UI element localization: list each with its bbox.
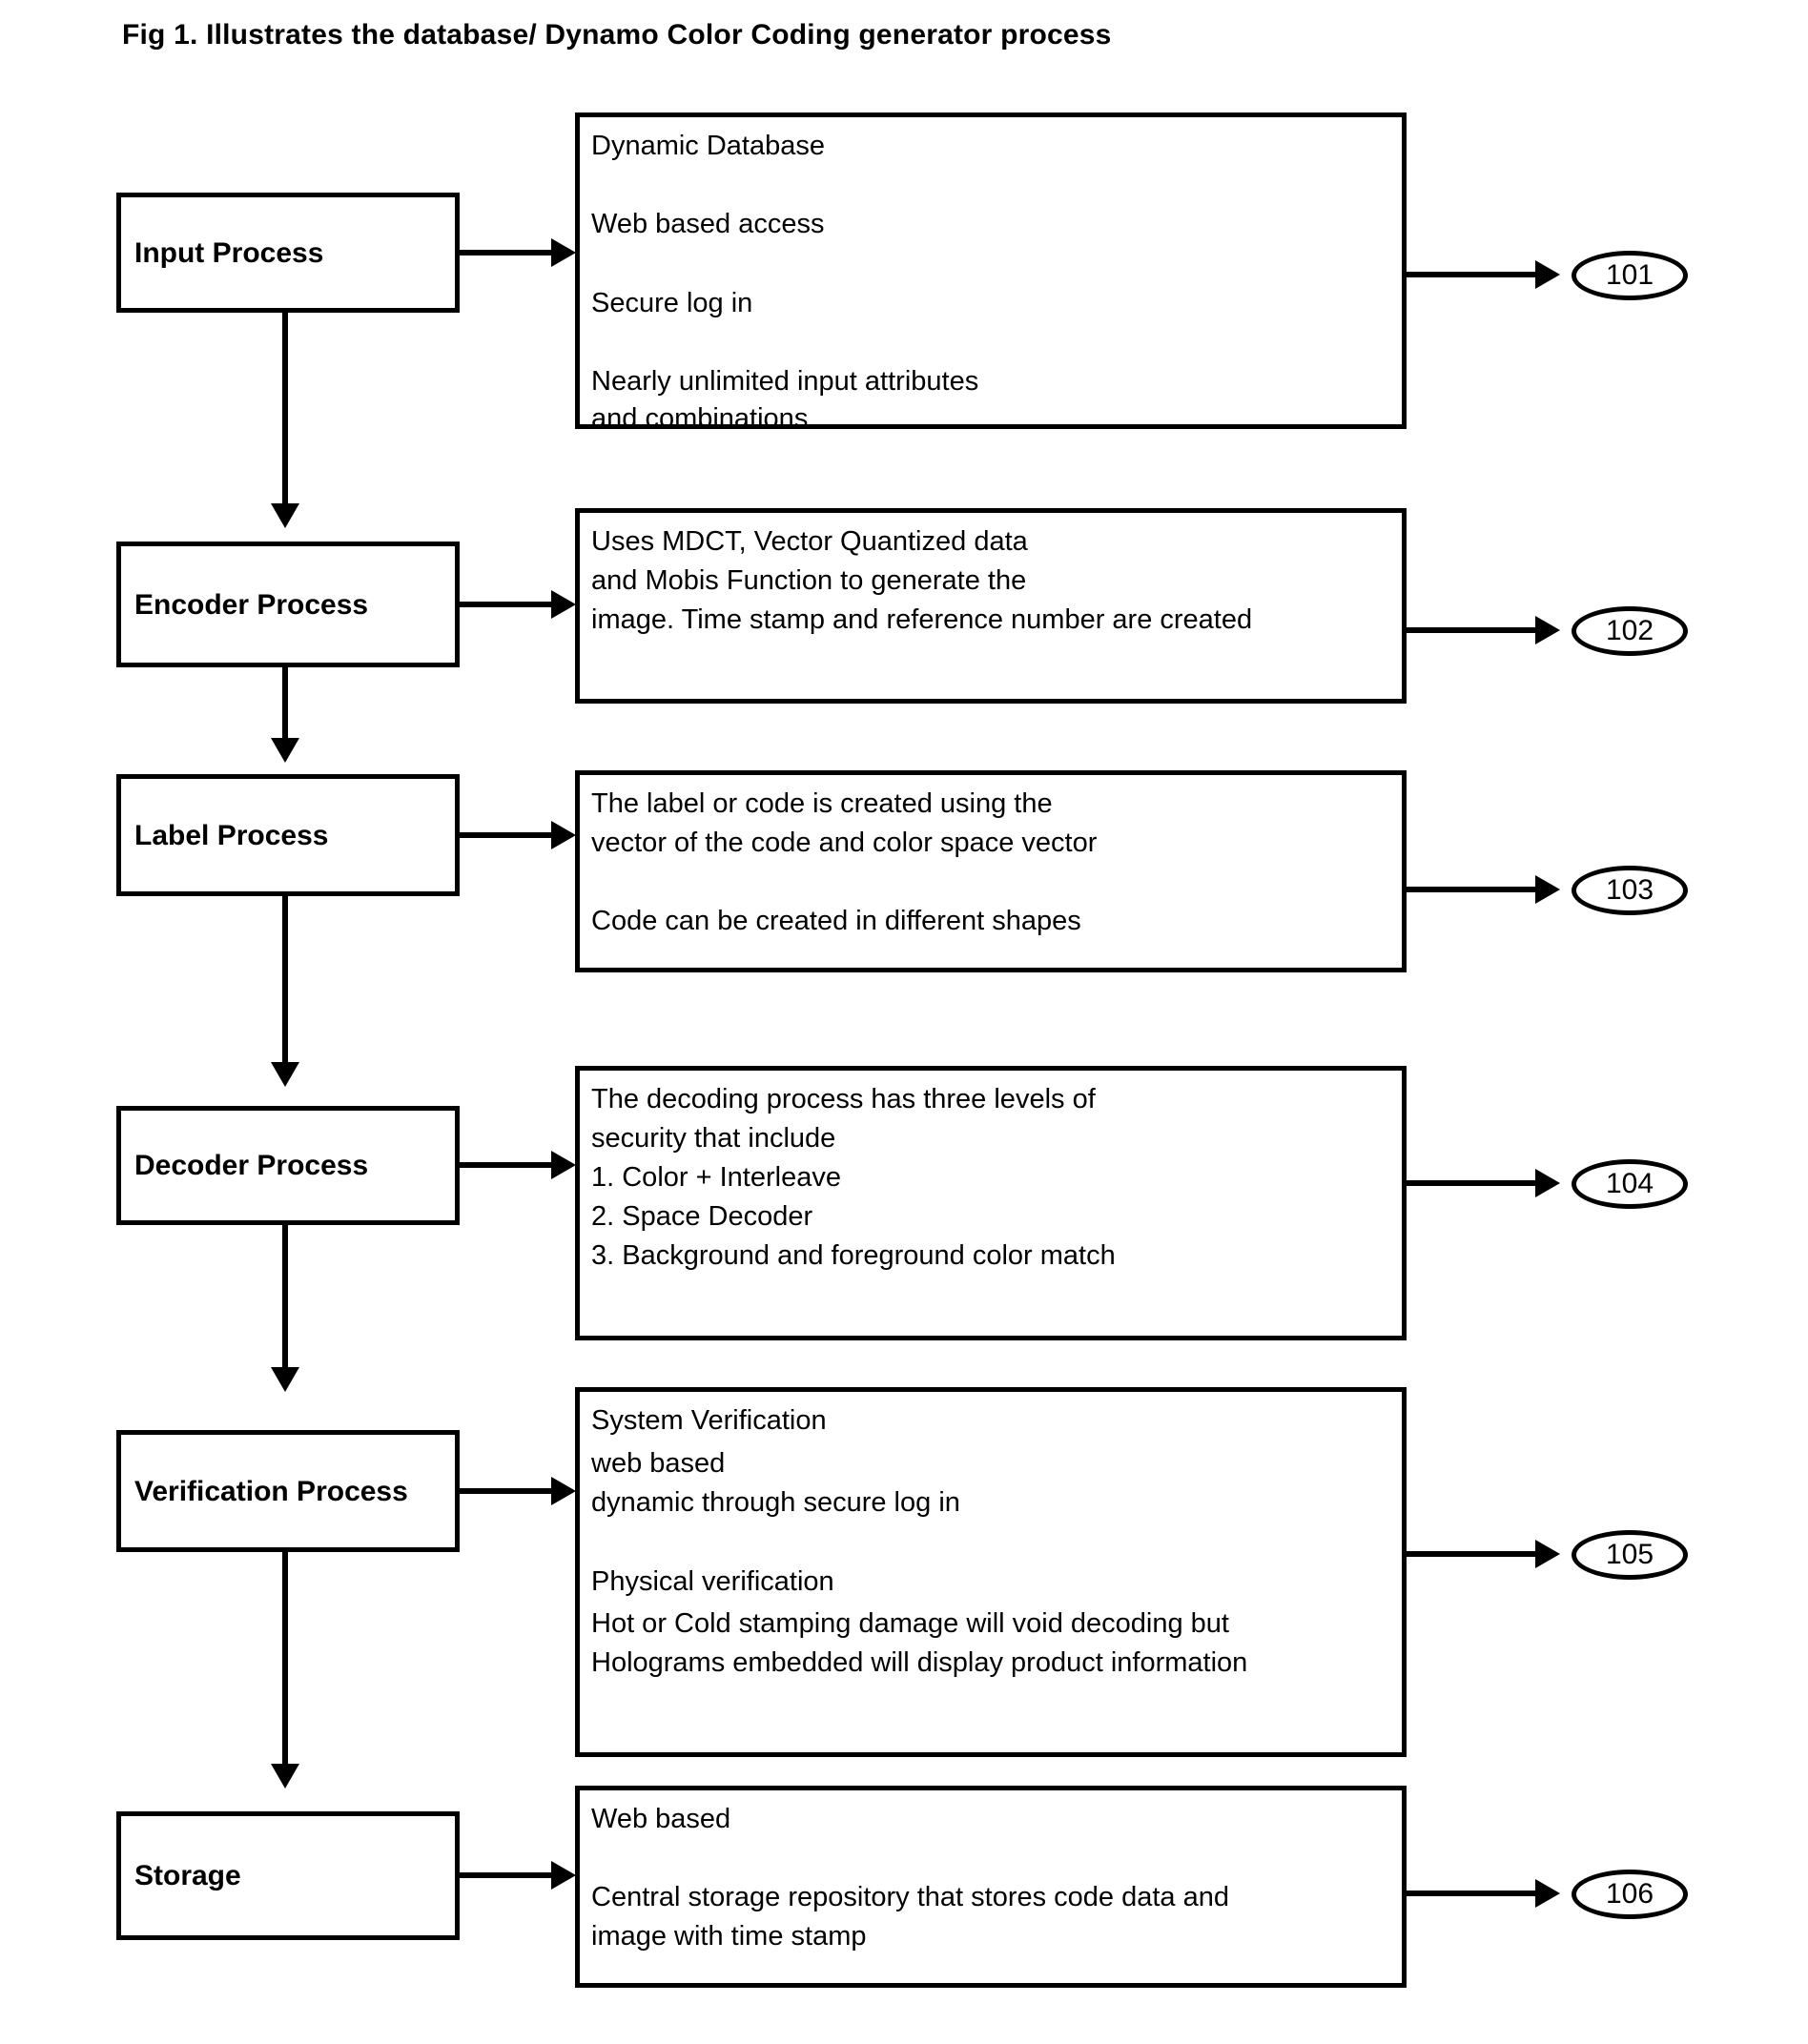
ref-ellipse-103: 103 <box>1572 866 1688 915</box>
connector-desc-to-ref-103 <box>1407 887 1540 892</box>
description-box-verification: System Verification web based dynamic th… <box>575 1387 1407 1757</box>
process-box-encoder[interactable]: Encoder Process <box>116 542 460 667</box>
description-line-0: The decoding process has three levels of <box>591 1084 1096 1114</box>
ref-ellipse-102: 102 <box>1572 606 1688 656</box>
description-line-0: Web based <box>591 1804 731 1834</box>
connector-desc-to-ref-101 <box>1407 272 1540 277</box>
arrow-decoder-to-verification-icon <box>271 1367 299 1392</box>
description-line-2: 1. Color + Interleave <box>591 1162 841 1193</box>
description-box-label: The label or code is created using the v… <box>575 770 1407 972</box>
ref-number-101: 101 <box>1605 259 1654 291</box>
connector-verification-to-desc <box>460 1488 555 1494</box>
description-box-decoder: The decoding process has three levels of… <box>575 1066 1407 1340</box>
arrow-to-ref-103-icon <box>1535 875 1560 904</box>
process-label-input: Input Process <box>134 236 324 269</box>
arrow-to-ref-104-icon <box>1535 1169 1560 1197</box>
description-line-0: The label or code is created using the <box>591 788 1053 819</box>
description-line-2: Central storage repository that stores c… <box>591 1882 1229 1912</box>
arrow-verification-to-desc-icon <box>551 1477 576 1505</box>
description-line-0: Uses MDCT, Vector Quantized data <box>591 526 1028 557</box>
description-line-1: vector of the code and color space vecto… <box>591 828 1098 858</box>
connector-storage-to-desc <box>460 1872 555 1878</box>
connector-input-to-desc <box>460 250 555 256</box>
ref-number-106: 106 <box>1605 1878 1654 1910</box>
ref-number-102: 102 <box>1605 615 1654 646</box>
arrow-input-to-desc-icon <box>551 238 576 267</box>
description-line-stamping: Hot or Cold stamping damage will void de… <box>591 1608 1229 1639</box>
ref-ellipse-101: 101 <box>1572 251 1688 300</box>
process-box-verification[interactable]: Verification Process <box>116 1430 460 1552</box>
ref-number-104: 104 <box>1605 1168 1654 1199</box>
process-label-verification: Verification Process <box>134 1475 408 1507</box>
connector-desc-to-ref-106 <box>1407 1891 1540 1896</box>
description-heading-system-verification: System Verification <box>591 1405 834 1436</box>
description-line-6: Nearly unlimited input attributes <box>591 366 979 397</box>
description-line-2: Web based access <box>591 209 825 239</box>
description-line-7: and combinations <box>591 403 809 434</box>
arrow-decoder-to-desc-icon <box>551 1151 576 1179</box>
process-box-decoder[interactable]: Decoder Process <box>116 1106 460 1225</box>
ref-ellipse-105: 105 <box>1572 1530 1688 1580</box>
description-line-0: Dynamic Database <box>591 131 825 161</box>
description-line-2: image. Time stamp and reference number a… <box>591 604 1253 635</box>
process-label-storage: Storage <box>134 1860 241 1891</box>
arrow-storage-to-desc-icon <box>551 1861 576 1890</box>
connector-input-to-encoder <box>282 313 288 509</box>
process-box-input[interactable]: Input Process <box>116 193 460 313</box>
connector-desc-to-ref-102 <box>1407 627 1540 633</box>
description-line-holograms: Holograms embedded will display product … <box>591 1647 1248 1678</box>
arrow-to-ref-102-icon <box>1535 616 1560 644</box>
description-line-1: and Mobis Function to generate the <box>591 565 1027 596</box>
description-line-1: security that include <box>591 1123 836 1154</box>
ref-number-105: 105 <box>1605 1539 1654 1570</box>
description-line-3: image with time stamp <box>591 1921 867 1952</box>
process-label-encoder: Encoder Process <box>134 588 369 621</box>
description-line-4: Secure log in <box>591 288 753 318</box>
process-box-label[interactable]: Label Process <box>116 774 460 896</box>
arrow-label-to-decoder-icon <box>271 1062 299 1087</box>
arrow-to-ref-105-icon <box>1535 1540 1560 1568</box>
connector-verification-to-storage <box>282 1552 288 1769</box>
connector-decoder-to-desc <box>460 1162 555 1168</box>
description-line-3: Code can be created in different shapes <box>591 906 1081 936</box>
ref-ellipse-104: 104 <box>1572 1159 1688 1209</box>
arrow-encoder-to-desc-icon <box>551 590 576 619</box>
arrow-encoder-to-label-icon <box>271 738 299 763</box>
description-box-storage: Web based Central storage repository tha… <box>575 1786 1407 1988</box>
description-line-web-based: web based <box>591 1448 726 1479</box>
connector-decoder-to-verification <box>282 1225 288 1373</box>
process-label-decoder: Decoder Process <box>134 1150 369 1181</box>
ref-number-103: 103 <box>1605 874 1654 906</box>
description-line-3: 2. Space Decoder <box>591 1201 813 1232</box>
connector-desc-to-ref-105 <box>1407 1551 1540 1557</box>
arrow-label-to-desc-icon <box>551 821 576 849</box>
description-heading-physical-verification: Physical verification <box>591 1566 834 1597</box>
figure-title: Fig 1. Illustrates the database/ Dynamo … <box>122 19 1112 51</box>
process-label-label: Label Process <box>134 819 329 851</box>
arrow-input-to-encoder-icon <box>271 503 299 528</box>
arrow-verification-to-storage-icon <box>271 1764 299 1788</box>
figure-canvas: Fig 1. Illustrates the database/ Dynamo … <box>0 0 1808 2044</box>
connector-encoder-to-label <box>282 667 288 744</box>
description-box-encoder: Uses MDCT, Vector Quantized data and Mob… <box>575 508 1407 704</box>
description-box-input: Dynamic Database Web based access Secure… <box>575 112 1407 434</box>
arrow-to-ref-106-icon <box>1535 1879 1560 1908</box>
description-line-dynamic-secure-login: dynamic through secure log in <box>591 1487 960 1518</box>
connector-desc-to-ref-104 <box>1407 1180 1540 1186</box>
ref-ellipse-106: 106 <box>1572 1870 1688 1919</box>
connector-encoder-to-desc <box>460 602 555 607</box>
arrow-to-ref-101-icon <box>1535 260 1560 289</box>
connector-label-to-decoder <box>282 896 288 1068</box>
process-box-storage[interactable]: Storage <box>116 1811 460 1940</box>
description-line-4: 3. Background and foreground color match <box>591 1240 1116 1271</box>
connector-label-to-desc <box>460 832 555 838</box>
